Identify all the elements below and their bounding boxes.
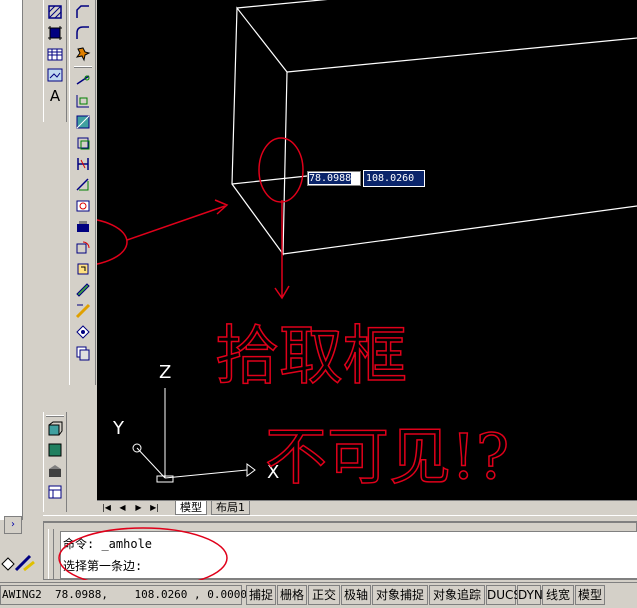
fillet-icon[interactable] xyxy=(74,24,92,42)
edit-icon[interactable] xyxy=(74,302,92,320)
scroll-right-button[interactable]: › xyxy=(4,516,22,534)
red-annotation-marks xyxy=(97,137,304,300)
ucs-y-label: Y xyxy=(112,418,125,439)
layout-tabs: |◀ ◀ ▶ ▶| 模型 布局1 xyxy=(97,500,637,515)
dynamic-input-x[interactable]: 78.0988 xyxy=(307,171,361,186)
leader-icon[interactable] xyxy=(74,92,92,110)
block-icon[interactable] xyxy=(74,218,92,236)
region-icon[interactable] xyxy=(46,24,64,42)
draw-toolbar: A xyxy=(43,0,67,122)
bottom-left-icons xyxy=(0,552,40,580)
status-coordinates: AWING2 78.0988, 108.0260 , 0.0000 xyxy=(0,585,247,605)
dynamic-input-x-value: 78.0988 xyxy=(309,173,352,184)
polar-toggle[interactable]: 极轴 xyxy=(341,585,371,605)
scale-icon[interactable] xyxy=(74,260,92,278)
hatch-icon[interactable] xyxy=(46,3,64,21)
toolbar-grip xyxy=(46,415,64,417)
view-cube-icon[interactable] xyxy=(46,420,64,438)
prev-tab-button[interactable]: ◀ xyxy=(117,502,128,514)
last-tab-button[interactable]: ▶| xyxy=(149,502,160,514)
status-bar: AWING2 78.0988, 108.0260 , 0.0000 捕捉 栅格 … xyxy=(0,582,637,608)
model-toggle[interactable]: 模型 xyxy=(575,585,605,605)
ucs-icon xyxy=(132,388,256,483)
splitter[interactable] xyxy=(43,515,637,522)
annotation-pickbox: 拾取框 xyxy=(215,320,407,394)
stretch-icon[interactable] xyxy=(74,281,92,299)
table-icon[interactable] xyxy=(46,45,64,63)
layout-icon[interactable] xyxy=(46,483,64,501)
explode-icon[interactable] xyxy=(74,45,92,63)
lineweight-toggle[interactable]: 线宽 xyxy=(542,585,574,605)
chamfer-icon[interactable] xyxy=(74,3,92,21)
offset-icon[interactable] xyxy=(74,134,92,152)
ucs-z-label: Z xyxy=(159,362,171,383)
model-scene: Z Y X 拾取框 不可见!? xyxy=(97,0,637,494)
dyn-toggle[interactable]: DYN xyxy=(517,585,543,605)
tool-circle xyxy=(97,219,128,265)
down-arrow xyxy=(274,200,290,300)
right-arrow xyxy=(126,199,229,241)
view-toolbar xyxy=(43,412,67,512)
properties-icon[interactable] xyxy=(74,323,92,341)
modify-toolbar xyxy=(69,0,96,385)
shade-icon[interactable] xyxy=(46,441,64,459)
drawing-viewport[interactable]: Z Y X 拾取框 不可见!? 78.0988 108.0260 xyxy=(97,0,637,500)
autocad-window: › A Z Y X 拾取框 不可见!? 78.0988 108.0260 |◀ … xyxy=(0,0,637,608)
snap-toggle[interactable]: 捕捉 xyxy=(246,585,276,605)
first-tab-button[interactable]: |◀ xyxy=(101,502,112,514)
ducs-toggle[interactable]: DUCS xyxy=(486,585,521,605)
ortho-toggle[interactable]: 正交 xyxy=(308,585,340,605)
hole-icon[interactable] xyxy=(74,197,92,215)
osnap-toggle[interactable]: 对象捕捉 xyxy=(372,585,428,605)
rotate-icon[interactable] xyxy=(74,239,92,257)
tab-model[interactable]: 模型 xyxy=(175,501,207,515)
box-wireframe xyxy=(231,0,637,256)
dynamic-input-y[interactable]: 108.0260 xyxy=(363,170,425,187)
grid-toggle[interactable]: 栅格 xyxy=(277,585,307,605)
pick-box-circle xyxy=(258,137,304,203)
command-red-circle xyxy=(58,527,228,580)
copy-icon[interactable] xyxy=(74,344,92,362)
command-window: 命令: _amhole 选择第一条边: xyxy=(43,522,637,580)
toolbar-separator xyxy=(73,66,92,68)
mirror-icon[interactable] xyxy=(74,113,92,131)
annotation-invisible: 不可见!? xyxy=(265,420,509,493)
otrack-toggle[interactable]: 对象追踪 xyxy=(429,585,485,605)
trim-icon[interactable] xyxy=(74,155,92,173)
dimension-icon[interactable] xyxy=(74,71,92,89)
side-panel xyxy=(0,0,23,520)
next-tab-button[interactable]: ▶ xyxy=(133,502,144,514)
text-icon[interactable]: A xyxy=(46,87,64,105)
image-icon[interactable] xyxy=(46,66,64,84)
measure-icon[interactable] xyxy=(74,176,92,194)
tab-layout1[interactable]: 布局1 xyxy=(211,501,250,515)
render-icon[interactable] xyxy=(46,462,64,480)
